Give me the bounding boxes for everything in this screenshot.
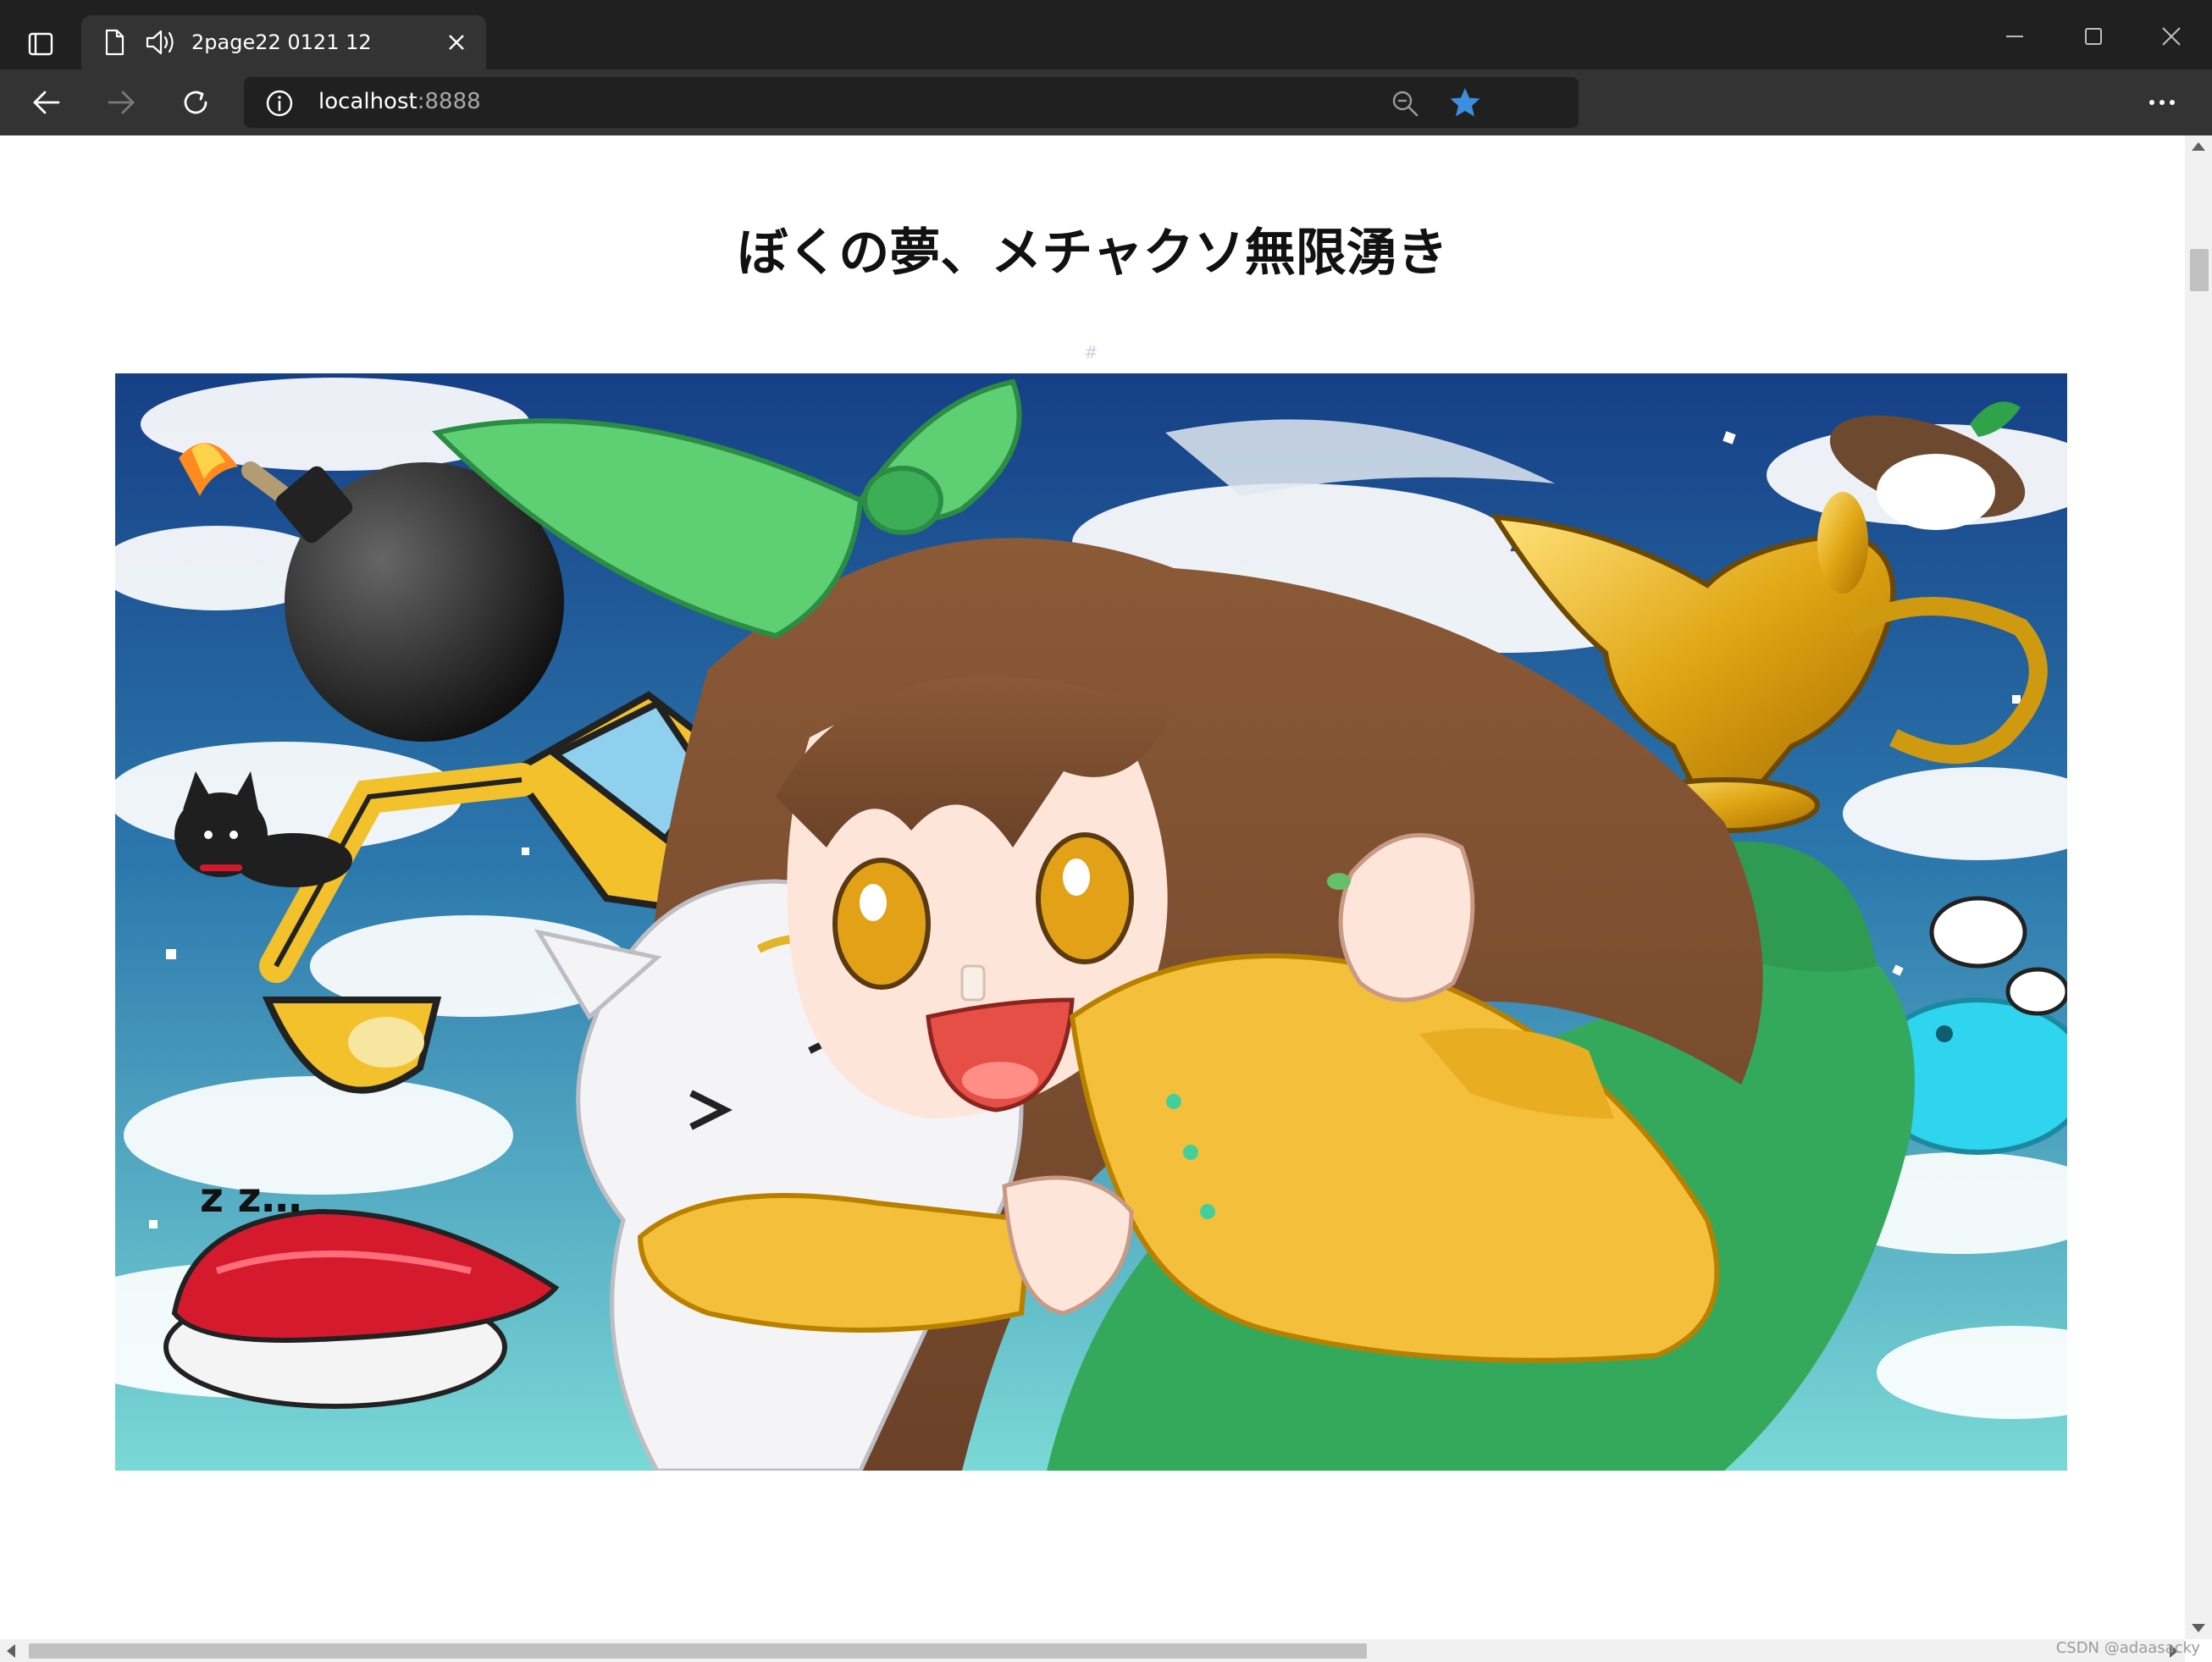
url-port: :8888 [417,89,481,114]
anime-illustration: z z… [115,373,2067,1471]
tab-actions-button[interactable] [19,22,63,66]
maximize-button[interactable] [2074,17,2113,56]
back-arrow-icon [33,91,60,114]
tab-strip: 2page22 0121 12 [0,0,2212,69]
maximize-icon [2085,28,2102,45]
window-close-icon [2162,27,2181,46]
info-icon[interactable] [264,88,295,119]
star-icon[interactable] [1448,86,1482,119]
horizontal-scrollbar[interactable] [0,1639,2185,1662]
forward-button[interactable] [98,80,144,125]
menu-button[interactable] [2139,80,2185,125]
refresh-button[interactable] [173,80,218,125]
tab-title: 2page22 0121 12 [191,30,372,54]
horizontal-scroll-thumb[interactable] [29,1643,1367,1659]
vertical-scroll-thumb[interactable] [2190,249,2209,291]
window-close-button[interactable] [2152,17,2191,56]
watermark: CSDN @adaasacky [2055,1639,2200,1657]
browser-toolbar: localhost:8888 [0,69,2212,135]
speaker-icon[interactable] [144,28,178,57]
vertical-scrollbar[interactable] [2185,135,2212,1639]
minimize-icon [2006,36,2023,37]
more-horizontal-icon [2149,100,2175,105]
scroll-up-arrow-icon[interactable] [2192,142,2205,151]
url-host: localhost [318,89,418,114]
tab-close-button[interactable] [442,28,471,57]
sleep-sound-effect: z z… [200,1174,302,1222]
address-bar[interactable]: localhost:8888 [244,77,1579,128]
active-tab[interactable]: 2page22 0121 12 [81,15,486,69]
page-icon [105,29,124,56]
scroll-down-arrow-icon[interactable] [2192,1624,2205,1632]
zoom-out-icon[interactable] [1389,87,1421,119]
url-text[interactable]: localhost:8888 [318,89,481,114]
scroll-left-arrow-icon[interactable] [7,1644,15,1658]
minimize-button[interactable] [1995,17,2034,56]
tab-actions-icon [28,32,53,56]
forward-arrow-icon [108,91,135,114]
refresh-icon [184,91,207,114]
page-title: ぼくの夢、メチャクソ無限湧き [737,224,1448,283]
close-icon [449,35,464,50]
heading-anchor-link[interactable]: # [1084,342,1098,362]
page-viewport: ぼくの夢、メチャクソ無限湧き # z z… CSDN @adaasacky [0,135,2212,1662]
back-button[interactable] [24,80,69,125]
